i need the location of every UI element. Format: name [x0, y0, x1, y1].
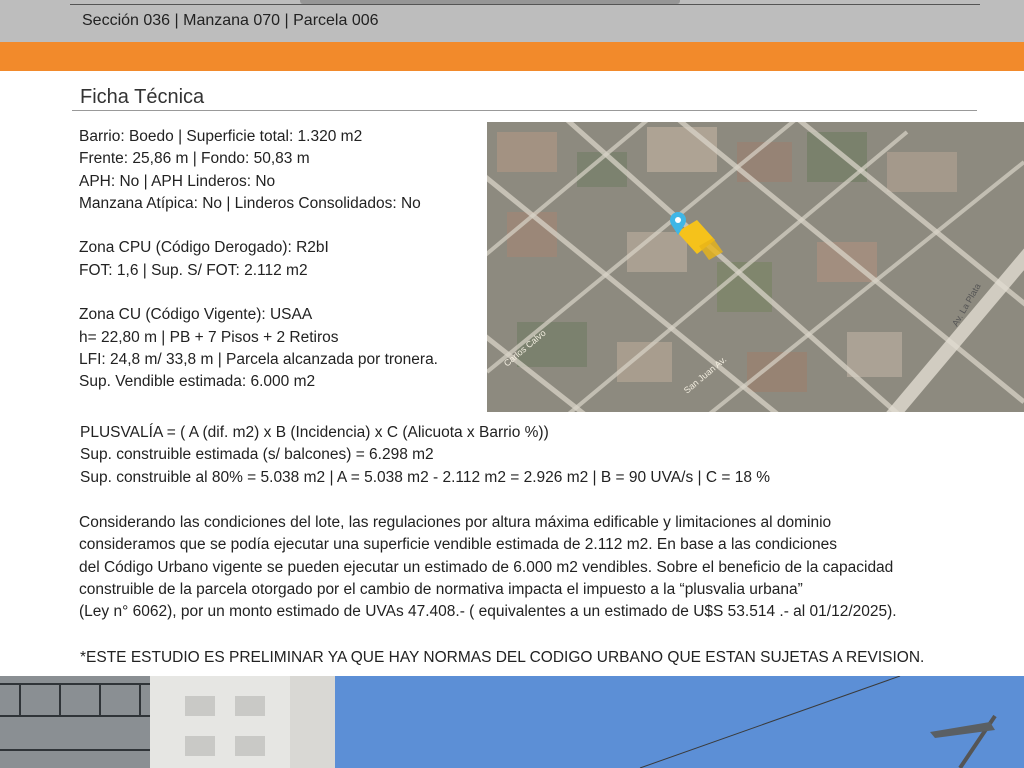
description-line: (Ley n° 6062), por un monto estimado de …: [79, 603, 897, 621]
section-title: Ficha Técnica: [80, 86, 205, 108]
spec-line: FOT: 1,6 | Sup. S/ FOT: 2.112 m2: [79, 261, 308, 279]
spec-line: Zona CPU (Código Derogado): R2bI: [79, 239, 329, 257]
spec-line: Frente: 25,86 m | Fondo: 50,83 m: [79, 150, 310, 168]
formula-line: Sup. construible estimada (s/ balcones) …: [80, 446, 434, 464]
description-line: Considerando las condiciones del lote, l…: [79, 514, 832, 531]
spec-line: Sup. Vendible estimada: 6.000 m2: [79, 373, 316, 391]
formula-line: Sup. construible al 80% = 5.038 m2 | A =…: [80, 468, 771, 486]
technical-specs: Barrio: Boedo | Superficie total: 1.320 …: [79, 126, 438, 394]
cadastral-subtitle: Sección 036 | Manzana 070 | Parcela 006: [82, 12, 379, 29]
disclaimer-note: *ESTE ESTUDIO ES PRELIMINAR YA QUE HAY N…: [80, 649, 925, 666]
plusvalia-formula: PLUSVALÍA = ( A (dif. m2) x B (Incidenci…: [80, 422, 770, 489]
header-rule: [70, 4, 980, 5]
street-photo: [0, 676, 1024, 768]
description-line: del Código Urbano vigente se pueden ejec…: [79, 558, 894, 576]
spec-line: APH: No | APH Linderos: No: [79, 172, 276, 190]
description-paragraph: Considerando las condiciones del lote, l…: [79, 512, 1014, 623]
accent-band: [0, 42, 1024, 71]
spec-line: Manzana Atípica: No | Linderos Consolida…: [79, 194, 421, 212]
formula-line: PLUSVALÍA = ( A (dif. m2) x B (Incidenci…: [80, 424, 549, 441]
spec-line: Zona CU (Código Vigente): USAA: [79, 306, 313, 324]
description-line: construible de la parcela otorgado por e…: [79, 580, 803, 598]
satellite-map: Carlos Calvo San Juan Av. Av. La Plata: [487, 122, 1024, 412]
description-line: consideramos que se podía ejecutar una s…: [79, 536, 837, 554]
spec-line: h= 22,80 m | PB + 7 Pisos + 2 Retiros: [79, 328, 339, 346]
spec-line: Barrio: Boedo | Superficie total: 1.320 …: [79, 128, 363, 145]
section-divider: [72, 110, 977, 111]
spec-line: LFI: 24,8 m/ 33,8 m | Parcela alcanzada …: [79, 350, 438, 368]
